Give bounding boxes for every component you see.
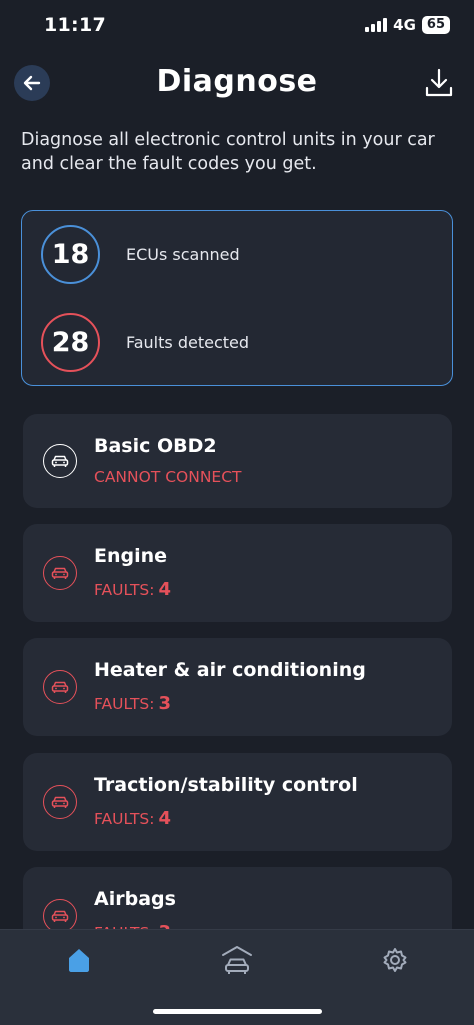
ecu-name: Airbags	[94, 888, 176, 910]
tab-home[interactable]	[59, 942, 99, 978]
ecu-status: FAULTS:3	[94, 693, 172, 714]
tab-settings[interactable]	[375, 942, 415, 978]
ecu-card-heater-ac[interactable]: Heater & air conditioning FAULTS: 3	[23, 638, 452, 736]
car-icon	[43, 670, 77, 704]
page-title: Diagnose	[156, 64, 318, 99]
faults-detected-count: 28	[41, 313, 100, 372]
car-icon	[43, 785, 77, 819]
tab-garage[interactable]	[217, 942, 257, 978]
home-icon	[69, 949, 89, 972]
ecu-name: Basic OBD2	[94, 435, 217, 457]
ecu-status: FAULTS: 4	[94, 808, 172, 829]
car-icon	[43, 899, 77, 933]
ecus-scanned-label: ECUs scanned	[126, 245, 240, 264]
download-icon	[425, 68, 453, 97]
ecu-name: Heater & air conditioning	[94, 659, 366, 681]
ecu-card-traction-stability[interactable]: Traction/stability control FAULTS: 4	[23, 753, 452, 851]
status-indicators: 4G 65	[365, 16, 450, 34]
fault-count: 3	[158, 693, 172, 714]
battery-icon: 65	[421, 16, 450, 34]
faults-detected-stat: 28 Faults detected	[41, 313, 249, 372]
network-type: 4G	[393, 16, 416, 34]
signal-icon	[365, 18, 388, 32]
download-button[interactable]	[422, 66, 456, 100]
car-icon	[43, 556, 77, 590]
garage-car-icon	[222, 946, 252, 974]
status-bar: 11:17 4G 65	[0, 0, 474, 52]
ecus-scanned-stat: 18 ECUs scanned	[41, 225, 240, 284]
faults-detected-label: Faults detected	[126, 333, 250, 352]
ecu-card-basic-obd2[interactable]: Basic OBD2 CANNOT CONNECT	[23, 414, 452, 508]
ecu-status: FAULTS: 4	[94, 579, 172, 600]
ecu-status: CANNOT CONNECT	[94, 468, 242, 486]
ecu-name: Traction/stability control	[94, 774, 358, 796]
gear-icon	[383, 948, 407, 972]
ecus-scanned-count: 18	[41, 225, 100, 284]
fault-count: 4	[158, 579, 172, 600]
fault-count: 4	[158, 808, 172, 829]
status-time: 11:17	[44, 14, 106, 36]
ecu-card-engine[interactable]: Engine FAULTS: 4	[23, 524, 452, 622]
car-icon	[43, 444, 77, 478]
home-indicator	[153, 1009, 322, 1014]
ecu-name: Engine	[94, 545, 168, 567]
scan-summary-card: 18 ECUs scanned 28 Faults detected	[21, 210, 453, 386]
page-description: Diagnose all electronic control units in…	[21, 130, 435, 174]
